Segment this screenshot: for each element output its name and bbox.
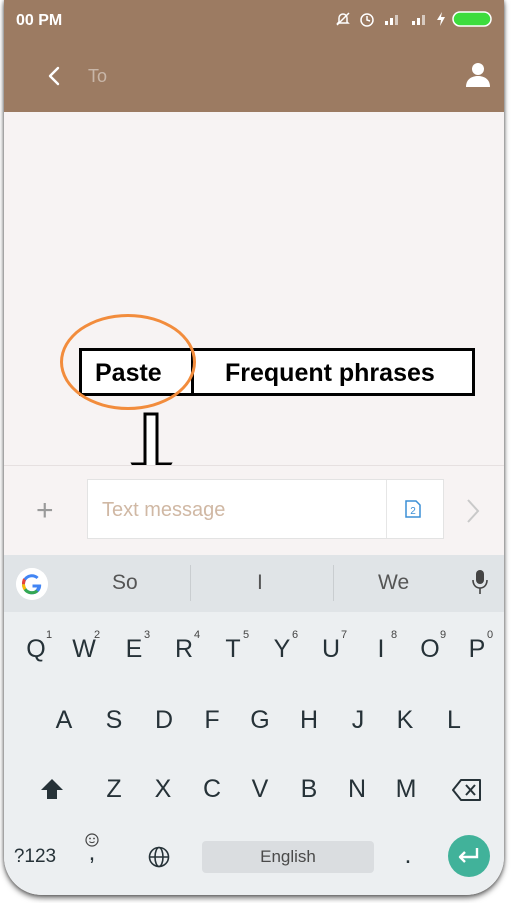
signal-1-icon bbox=[385, 15, 398, 25]
soft-keyboard: So I We Q1 W2 E3 R4 T5 Y6 U7 I8 O9 P0 A … bbox=[4, 555, 504, 895]
back-arrow-icon[interactable] bbox=[42, 63, 68, 89]
status-bar: 00 PM bbox=[4, 0, 504, 40]
key-o[interactable]: O9 bbox=[410, 629, 450, 664]
key-y[interactable]: Y6 bbox=[262, 629, 302, 664]
message-input[interactable]: Text message 2 bbox=[87, 479, 444, 539]
key-f[interactable]: F bbox=[192, 706, 232, 735]
key-r[interactable]: R4 bbox=[164, 629, 204, 664]
sim-selector-button[interactable]: 2 bbox=[386, 480, 443, 538]
key-s[interactable]: S bbox=[94, 706, 134, 735]
key-j[interactable]: J bbox=[338, 706, 378, 735]
backspace-icon[interactable] bbox=[452, 779, 482, 801]
key-a[interactable]: A bbox=[44, 706, 84, 735]
key-h[interactable]: H bbox=[289, 706, 329, 735]
key-c[interactable]: C bbox=[192, 775, 232, 804]
key-b[interactable]: B bbox=[289, 775, 329, 804]
key-i[interactable]: I8 bbox=[361, 629, 401, 664]
app-header: 00 PM To bbox=[4, 0, 504, 112]
shift-arrow-icon[interactable] bbox=[40, 777, 64, 801]
key-z[interactable]: Z bbox=[94, 775, 134, 804]
key-x[interactable]: X bbox=[143, 775, 183, 804]
suggestion-2[interactable]: I bbox=[257, 571, 263, 595]
alarm-icon bbox=[360, 13, 374, 27]
period-key[interactable]: . bbox=[398, 841, 418, 870]
suggestion-divider bbox=[333, 565, 334, 601]
message-placeholder: Text message bbox=[102, 499, 226, 521]
frequent-phrases-menu-item[interactable]: Frequent phrases bbox=[225, 359, 435, 388]
contact-person-icon[interactable] bbox=[466, 62, 490, 88]
microphone-icon[interactable] bbox=[472, 569, 488, 595]
key-d[interactable]: D bbox=[144, 706, 184, 735]
symbols-key[interactable]: ?123 bbox=[10, 846, 60, 868]
compose-bar: + Text message 2 bbox=[4, 465, 504, 556]
attach-plus-icon[interactable]: + bbox=[36, 496, 54, 526]
message-thread-area bbox=[4, 112, 504, 464]
suggestion-strip: So I We bbox=[4, 555, 504, 612]
charging-icon bbox=[437, 12, 445, 26]
key-m[interactable]: M bbox=[386, 775, 426, 804]
key-l[interactable]: L bbox=[434, 706, 474, 735]
google-g-icon[interactable] bbox=[16, 568, 48, 600]
globe-icon[interactable] bbox=[148, 846, 170, 868]
text-context-menu: Paste Frequent phrases bbox=[79, 348, 475, 396]
sim-card-icon: 2 bbox=[405, 500, 421, 518]
key-q[interactable]: Q1 bbox=[16, 629, 56, 664]
key-v[interactable]: V bbox=[240, 775, 280, 804]
mute-icon bbox=[336, 12, 350, 26]
space-bar[interactable]: English bbox=[202, 841, 374, 873]
key-w[interactable]: W2 bbox=[64, 629, 104, 664]
key-t[interactable]: T5 bbox=[213, 629, 253, 664]
emoji-comma-key[interactable]: , bbox=[80, 833, 104, 865]
key-e[interactable]: E3 bbox=[114, 629, 154, 664]
phone-screen: 00 PM To Paste Frequent phrases + Text m… bbox=[4, 0, 504, 895]
recipient-to-field[interactable]: To bbox=[88, 66, 107, 87]
key-p[interactable]: P0 bbox=[457, 629, 497, 664]
paste-menu-item[interactable]: Paste bbox=[95, 359, 162, 388]
sim-badge: 2 bbox=[410, 506, 416, 517]
suggestion-1[interactable]: So bbox=[112, 571, 138, 595]
status-time: 00 PM bbox=[16, 12, 63, 29]
menu-divider bbox=[191, 351, 194, 393]
key-n[interactable]: N bbox=[337, 775, 377, 804]
status-icons bbox=[335, 10, 496, 28]
enter-button[interactable] bbox=[448, 835, 490, 877]
enter-return-icon bbox=[458, 848, 479, 863]
key-g[interactable]: G bbox=[240, 706, 280, 735]
suggestion-3[interactable]: We bbox=[378, 571, 409, 595]
key-k[interactable]: K bbox=[385, 706, 425, 735]
send-chevron-icon[interactable] bbox=[466, 498, 480, 524]
suggestion-divider bbox=[190, 565, 191, 601]
battery-icon bbox=[452, 11, 492, 27]
key-u[interactable]: U7 bbox=[311, 629, 351, 664]
signal-2-icon bbox=[412, 15, 425, 25]
